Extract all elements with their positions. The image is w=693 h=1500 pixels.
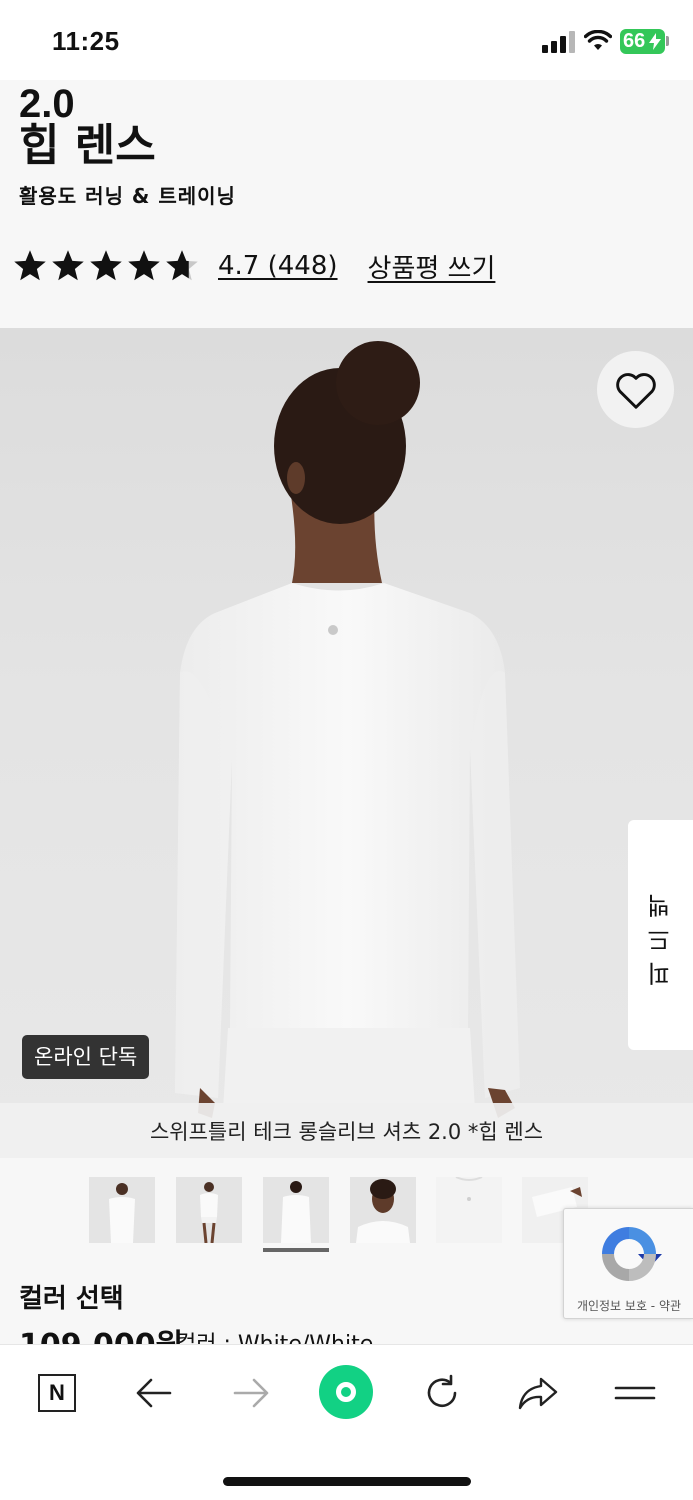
rating-stars[interactable]	[12, 248, 200, 284]
half-star-icon	[166, 250, 198, 281]
thumbnail[interactable]	[350, 1177, 416, 1243]
forward-button[interactable]	[229, 1371, 273, 1415]
model-photo	[175, 341, 520, 1158]
product-hero-image[interactable]: 피드백 온라인 단독 스위프틀리 테크 롱슬리브 셔츠 2.0 *힙 렌스	[0, 328, 693, 1158]
wifi-icon	[584, 30, 612, 50]
feedback-tab[interactable]: 피드백	[628, 820, 693, 1050]
green-dot-button[interactable]	[319, 1365, 373, 1419]
thumbnail[interactable]	[89, 1177, 155, 1243]
naver-n-icon: N	[38, 1374, 76, 1412]
thumbnail[interactable]	[436, 1177, 502, 1243]
rating-row: 4.7 (448) 상품평 쓰기	[12, 244, 495, 288]
color-select-title: 컬러 선택	[19, 1284, 124, 1314]
charging-bolt-icon	[649, 33, 661, 50]
battery-tip	[666, 36, 669, 46]
arrow-left-icon	[136, 1378, 172, 1408]
status-bar: 11:25 66	[0, 0, 693, 80]
cellular-signal-icon	[542, 31, 576, 53]
rating-count-link[interactable]: 4.7 (448)	[218, 251, 338, 281]
feedback-tab-label: 피드백	[647, 884, 675, 986]
selected-color: 컬러 : White/White	[176, 1326, 373, 1344]
star-icon	[52, 250, 84, 281]
green-dot-icon	[336, 1382, 356, 1402]
arrow-right-icon	[233, 1378, 269, 1408]
browser-toolbar: N	[0, 1344, 693, 1500]
thumbnail-selected-indicator	[263, 1248, 329, 1252]
hamburger-icon	[614, 1386, 656, 1400]
price: 109,000원	[19, 1320, 183, 1344]
reload-button[interactable]	[420, 1371, 464, 1415]
back-button[interactable]	[132, 1371, 176, 1415]
product-header: 2.0 힙 렌스 활용도 러닝 & 트레이닝 4.7 (448) 상품평 쓰기	[0, 80, 693, 328]
clock: 11:25	[52, 26, 120, 56]
thumbnail[interactable]	[176, 1177, 242, 1243]
online-exclusive-badge: 온라인 단독	[22, 1035, 150, 1079]
recaptcha-privacy-terms[interactable]: 개인정보 보호 - 약관	[564, 1297, 693, 1314]
heart-icon	[615, 372, 656, 409]
home-indicator	[223, 1477, 471, 1486]
product-title-line-2: 힙 렌스	[19, 120, 156, 171]
thumbnail-selected[interactable]	[263, 1177, 329, 1243]
favorite-button[interactable]	[597, 351, 674, 428]
image-caption: 스위프틀리 테크 롱슬리브 셔츠 2.0 *힙 렌스	[0, 1103, 693, 1158]
reload-icon	[427, 1374, 457, 1408]
share-icon	[518, 1377, 558, 1410]
star-icon	[128, 250, 160, 281]
write-review-link[interactable]: 상품평 쓰기	[368, 248, 496, 285]
home-button[interactable]: N	[35, 1371, 79, 1415]
star-icon	[14, 250, 46, 281]
battery-indicator: 66	[620, 29, 665, 54]
star-icon	[90, 250, 122, 281]
recaptcha-icon	[602, 1227, 662, 1281]
product-activity: 활용도 러닝 & 트레이닝	[19, 184, 236, 208]
share-button[interactable]	[516, 1371, 560, 1415]
menu-button[interactable]	[613, 1371, 657, 1415]
recaptcha-badge[interactable]: 개인정보 보호 - 약관	[563, 1208, 693, 1319]
